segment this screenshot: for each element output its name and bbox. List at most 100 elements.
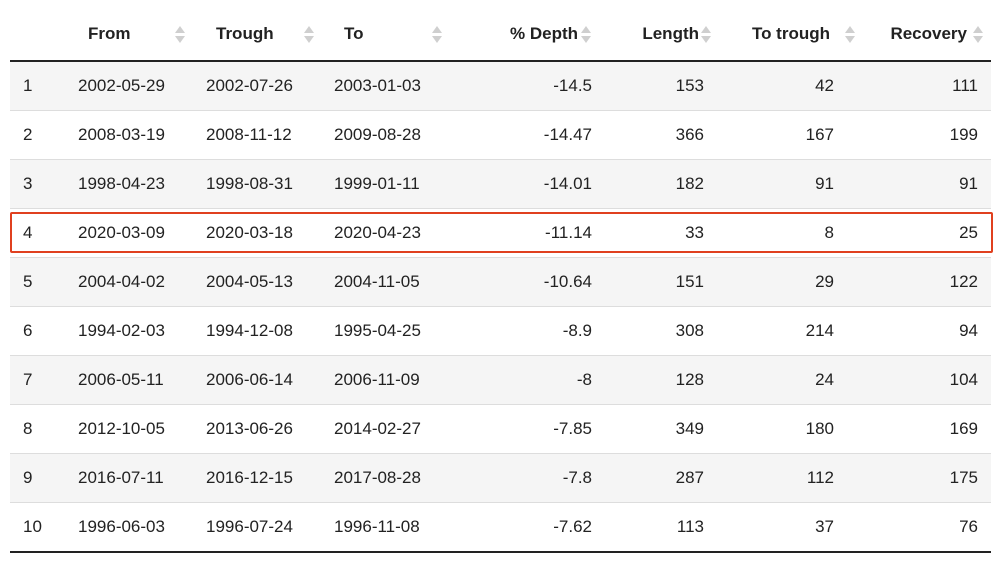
cell-length: 33 — [597, 208, 717, 258]
table-row[interactable]: 1 2002-05-29 2002-07-26 2003-01-03 -14.5 153 4… — [10, 61, 991, 111]
header-length[interactable]: Length — [597, 9, 717, 62]
cell-trough: 2006-06-14 — [200, 355, 328, 405]
cell-length: 349 — [597, 404, 717, 454]
cell-index: 6 — [10, 306, 72, 356]
cell-depth: -14.01 — [456, 159, 597, 209]
cell-recovery: 122 — [863, 257, 991, 307]
sort-both-icon[interactable] — [845, 25, 855, 45]
cell-index: 4 — [10, 208, 72, 258]
cell-to-trough: 37 — [717, 502, 863, 553]
cell-depth: -14.5 — [456, 61, 597, 111]
cell-trough: 1994-12-08 — [200, 306, 328, 356]
header-trough-label: Trough — [216, 24, 274, 43]
table-row[interactable]: 3 1998-04-23 1998-08-31 1999-01-11 -14.01 182… — [10, 159, 991, 209]
cell-to: 2020-04-23 — [328, 208, 456, 258]
header-recovery-label: Recovery — [890, 24, 967, 43]
cell-recovery: 199 — [863, 110, 991, 160]
cell-index: 5 — [10, 257, 72, 307]
header-depth-label: % Depth — [510, 24, 578, 43]
cell-recovery: 76 — [863, 502, 991, 553]
cell-trough: 1996-07-24 — [200, 502, 328, 553]
cell-to: 2014-02-27 — [328, 404, 456, 454]
cell-to-trough: 180 — [717, 404, 863, 454]
cell-to-trough: 8 — [717, 208, 863, 258]
cell-recovery: 175 — [863, 453, 991, 503]
cell-length: 128 — [597, 355, 717, 405]
cell-to: 1999-01-11 — [328, 159, 456, 209]
sort-both-icon[interactable] — [304, 25, 314, 45]
header-to[interactable]: To — [328, 9, 456, 62]
cell-from: 2020-03-09 — [72, 208, 200, 258]
cell-recovery: 111 — [863, 61, 991, 111]
cell-length: 308 — [597, 306, 717, 356]
cell-length: 287 — [597, 453, 717, 503]
cell-to-trough: 24 — [717, 355, 863, 405]
cell-index: 1 — [10, 61, 72, 111]
cell-from: 1994-02-03 — [72, 306, 200, 356]
sort-both-icon[interactable] — [973, 25, 983, 45]
cell-index: 9 — [10, 453, 72, 503]
cell-to: 2003-01-03 — [328, 61, 456, 111]
cell-depth: -7.8 — [456, 453, 597, 503]
table-body: 1 2002-05-29 2002-07-26 2003-01-03 -14.5 153 4… — [10, 61, 991, 553]
sort-both-icon[interactable] — [701, 25, 711, 45]
cell-trough: 2013-06-26 — [200, 404, 328, 454]
table-row[interactable]: 5 2004-04-02 2004-05-13 2004-11-05 -10.64 151… — [10, 257, 991, 307]
cell-recovery: 25 — [863, 208, 991, 258]
cell-depth: -14.47 — [456, 110, 597, 160]
cell-to-trough: 214 — [717, 306, 863, 356]
cell-to: 2017-08-28 — [328, 453, 456, 503]
sort-both-icon[interactable] — [581, 25, 591, 45]
table-row[interactable]: 2 2008-03-19 2008-11-12 2009-08-28 -14.47 366… — [10, 110, 991, 160]
header-to-trough-label: To trough — [751, 24, 830, 43]
cell-length: 113 — [597, 502, 717, 553]
cell-length: 366 — [597, 110, 717, 160]
cell-length: 153 — [597, 61, 717, 111]
cell-trough: 2020-03-18 — [200, 208, 328, 258]
header-index — [10, 9, 72, 62]
header-recovery[interactable]: Recovery — [863, 9, 991, 62]
cell-to: 2006-11-09 — [328, 355, 456, 405]
header-row: From Trough To % Depth Length To trough … — [10, 9, 991, 62]
table-row[interactable]: 7 2006-05-11 2006-06-14 2006-11-09 -8 128 24 10… — [10, 355, 991, 405]
cell-recovery: 91 — [863, 159, 991, 209]
cell-depth: -7.85 — [456, 404, 597, 454]
sort-both-icon[interactable] — [175, 25, 185, 45]
cell-depth: -8.9 — [456, 306, 597, 356]
cell-index: 10 — [10, 502, 72, 553]
cell-depth: -7.62 — [456, 502, 597, 553]
cell-length: 151 — [597, 257, 717, 307]
cell-trough: 2004-05-13 — [200, 257, 328, 307]
cell-trough: 2002-07-26 — [200, 61, 328, 111]
cell-to-trough: 91 — [717, 159, 863, 209]
cell-to: 1995-04-25 — [328, 306, 456, 356]
header-length-label: Length — [642, 24, 699, 43]
header-from-label: From — [88, 24, 131, 43]
table-row[interactable]: 4 2020-03-09 2020-03-18 2020-04-23 -11.14 33 8… — [10, 208, 991, 258]
header-to-trough[interactable]: To trough — [717, 9, 863, 62]
cell-index: 3 — [10, 159, 72, 209]
sort-both-icon[interactable] — [432, 25, 442, 45]
table-row[interactable]: 9 2016-07-11 2016-12-15 2017-08-28 -7.8 287 11… — [10, 453, 991, 503]
cell-from: 2008-03-19 — [72, 110, 200, 160]
cell-to-trough: 29 — [717, 257, 863, 307]
cell-index: 8 — [10, 404, 72, 454]
cell-trough: 2016-12-15 — [200, 453, 328, 503]
cell-index: 7 — [10, 355, 72, 405]
header-depth[interactable]: % Depth — [456, 9, 597, 62]
drawdown-table-container: From Trough To % Depth Length To trough … — [10, 9, 993, 553]
cell-depth: -10.64 — [456, 257, 597, 307]
table-row[interactable]: 6 1994-02-03 1994-12-08 1995-04-25 -8.9 308 21… — [10, 306, 991, 356]
header-from[interactable]: From — [72, 9, 200, 62]
cell-trough: 1998-08-31 — [200, 159, 328, 209]
table-row[interactable]: 10 1996-06-03 1996-07-24 1996-11-08 -7.62 113… — [10, 502, 991, 553]
cell-recovery: 104 — [863, 355, 991, 405]
cell-to: 1996-11-08 — [328, 502, 456, 553]
cell-depth: -8 — [456, 355, 597, 405]
cell-length: 182 — [597, 159, 717, 209]
cell-from: 2012-10-05 — [72, 404, 200, 454]
table-row[interactable]: 8 2012-10-05 2013-06-26 2014-02-27 -7.85 349 1… — [10, 404, 991, 454]
cell-from: 2002-05-29 — [72, 61, 200, 111]
cell-from: 1996-06-03 — [72, 502, 200, 553]
header-trough[interactable]: Trough — [200, 9, 328, 62]
